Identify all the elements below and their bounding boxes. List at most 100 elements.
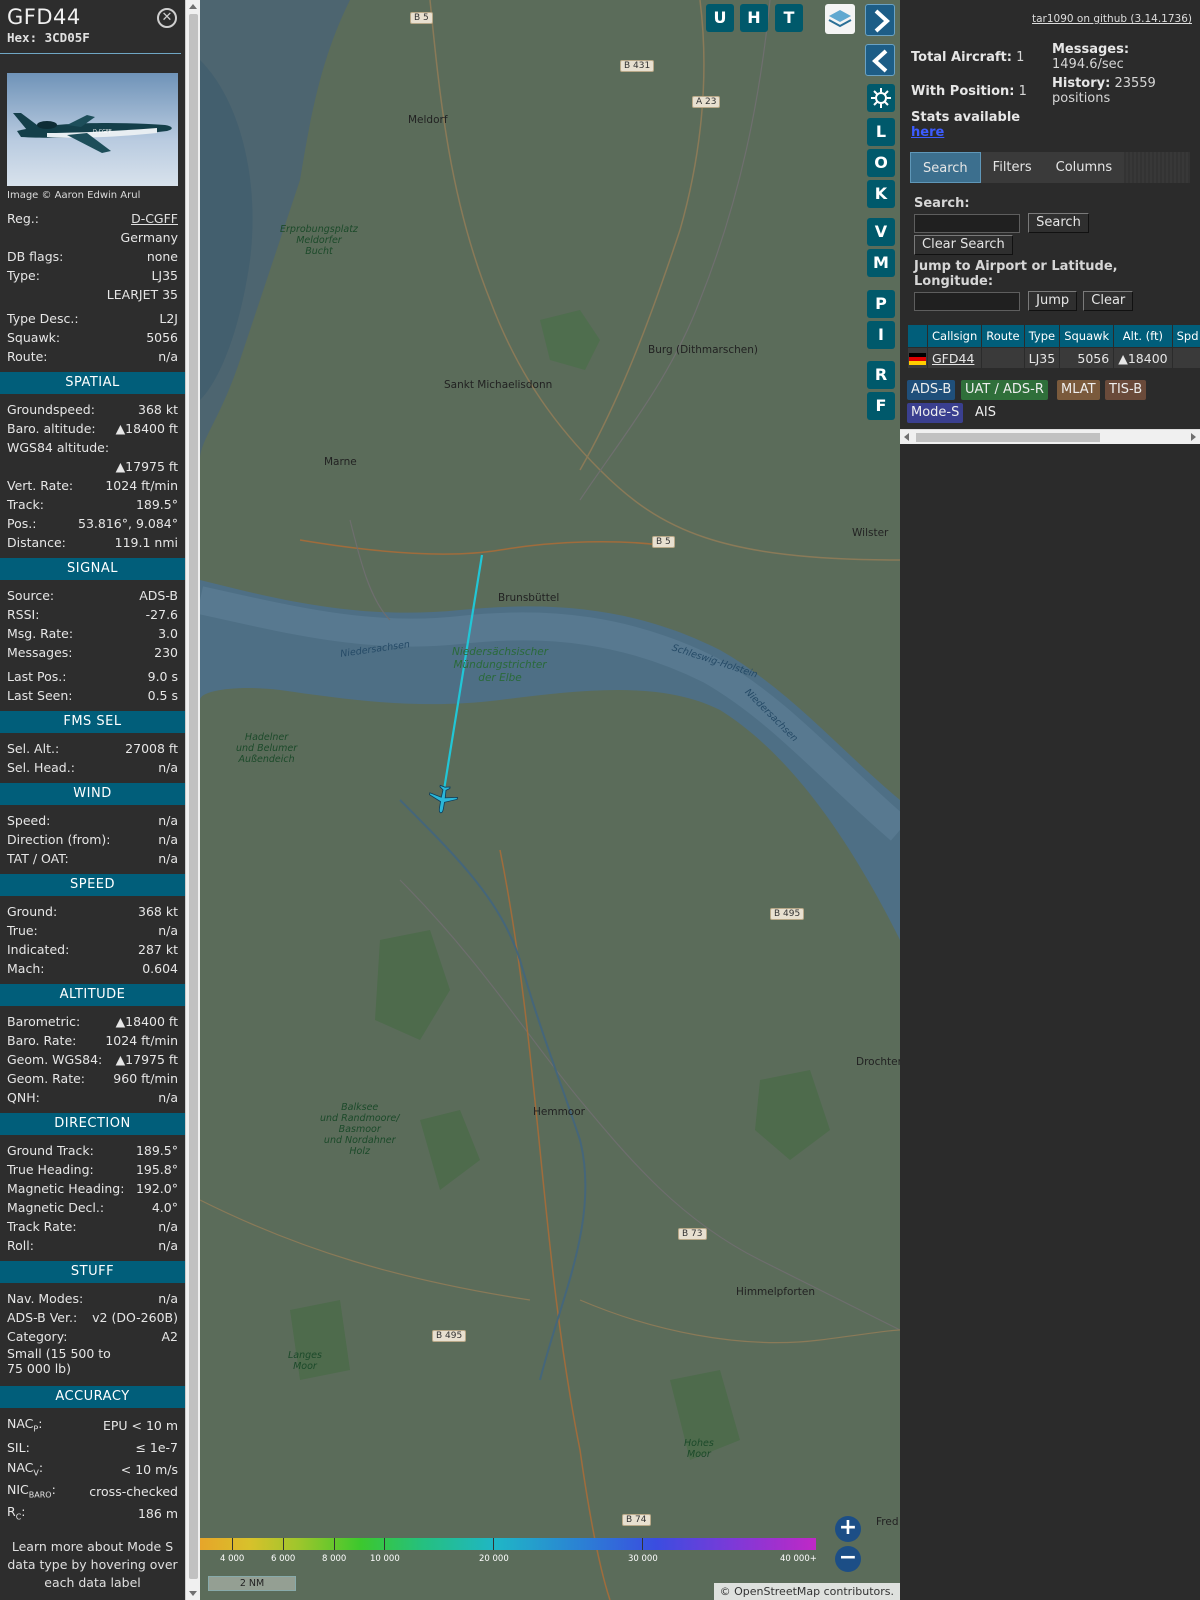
column-header-squawk[interactable]: Squawk xyxy=(1060,325,1114,347)
toggle-F-button[interactable]: F xyxy=(867,392,895,420)
table-header-row: Callsign Route Type Squawk Alt. (ft) Spd xyxy=(908,325,1200,347)
toggle-K-button[interactable]: K xyxy=(867,180,895,208)
map-road-label: B 5 xyxy=(652,536,675,548)
scroll-thumb[interactable] xyxy=(916,433,1100,442)
map-road-label: B 495 xyxy=(432,1330,467,1342)
scroll-down-arrow-icon[interactable] xyxy=(189,1591,197,1596)
info-label: Roll: xyxy=(7,1238,34,1253)
info-label: Magnetic Heading: xyxy=(7,1181,125,1196)
info-row: Indicated: 287 kt xyxy=(0,940,185,959)
with-position-stat: With Position: 1 xyxy=(911,84,1027,99)
tab-filters[interactable]: Filters xyxy=(981,152,1044,183)
map-canvas[interactable]: Meldorf Burg (Dithmarschen) Sankt Michae… xyxy=(200,0,900,1600)
settings-gear-icon[interactable] xyxy=(867,84,895,112)
info-row: Baro. altitude: ▲18400 ft xyxy=(0,419,185,438)
info-row: Nav. Modes: n/a xyxy=(0,1289,185,1308)
cell-route xyxy=(982,348,1024,368)
tab-search[interactable]: Search xyxy=(910,152,981,183)
scroll-left-arrow-icon[interactable] xyxy=(904,433,909,441)
legend-tick xyxy=(493,1538,494,1550)
registration-link[interactable]: D-CGFF xyxy=(131,211,178,226)
table-row[interactable]: GFD44 LJ35 5056 ▲18400 xyxy=(908,348,1200,368)
map-attribution[interactable]: © OpenStreetMap contributors. xyxy=(713,1583,900,1600)
info-value: ▲18400 ft xyxy=(115,1014,178,1029)
zoom-in-button[interactable]: + xyxy=(835,1516,861,1542)
altitude-color-legend: 4 000 6 000 8 000 10 000 20 000 30 000 4… xyxy=(200,1538,820,1568)
layers-icon[interactable] xyxy=(825,4,855,34)
column-header-flag[interactable] xyxy=(908,325,927,347)
toggle-H-button[interactable]: H xyxy=(740,4,768,32)
aircraft-photo[interactable]: D-CGFF xyxy=(7,73,178,186)
chevron-right-icon[interactable] xyxy=(865,4,895,36)
info-label: NICBARO: xyxy=(7,1482,56,1500)
chevron-left-icon[interactable] xyxy=(865,44,895,76)
cell-callsign[interactable]: GFD44 xyxy=(928,348,982,368)
column-header-route[interactable]: Route xyxy=(982,325,1024,347)
version-link[interactable]: tar1090 on github (3.14.1736) xyxy=(1032,13,1192,25)
messages-stat: Messages: 1494.6/sec xyxy=(1052,42,1129,72)
column-header-speed[interactable]: Spd xyxy=(1172,325,1200,347)
toggle-U-button[interactable]: U xyxy=(706,4,734,32)
toggle-O-button[interactable]: O xyxy=(867,149,895,177)
search-input[interactable] xyxy=(914,213,1020,233)
direction-section: Ground Track: 189.5° True Heading: 195.8° … xyxy=(0,1141,185,1255)
stat-value: 1 xyxy=(1018,84,1027,99)
toggle-T-button[interactable]: T xyxy=(775,4,803,32)
info-value: 189.5° xyxy=(135,497,178,512)
map-place-label: Himmelpforten xyxy=(736,1286,815,1298)
table-horizontal-scrollbar[interactable] xyxy=(900,429,1200,444)
stat-value: 1494.6/sec xyxy=(1052,57,1124,72)
svg-text:D-CGFF: D-CGFF xyxy=(93,129,112,135)
column-header-callsign[interactable]: Callsign xyxy=(928,325,982,347)
info-label: ADS-B Ver.: xyxy=(7,1310,78,1325)
info-value: 960 ft/min xyxy=(113,1071,178,1086)
legend-tick-label: 8 000 xyxy=(322,1554,347,1564)
clear-button[interactable]: Clear xyxy=(1083,291,1134,311)
toggle-P-button[interactable]: P xyxy=(867,290,895,318)
toggle-M-button[interactable]: M xyxy=(867,249,895,277)
search-button[interactable]: Search xyxy=(1028,213,1089,233)
general-section: Reg.: D-CGFF Germany DB flags: none Type: L… xyxy=(0,209,185,366)
info-value: ▲18400 ft xyxy=(115,421,178,436)
info-label: SIL: xyxy=(7,1439,30,1455)
column-header-altitude[interactable]: Alt. (ft) xyxy=(1114,325,1172,347)
info-panel-scrollbar[interactable] xyxy=(185,0,200,1600)
search-area: Search: Search Clear Search Jump to Airp… xyxy=(914,196,1194,311)
close-icon[interactable]: ✕ xyxy=(157,8,177,28)
info-row: WGS84 altitude: xyxy=(0,438,185,457)
jump-input[interactable] xyxy=(914,291,1020,311)
info-label: Magnetic Decl.: xyxy=(7,1200,105,1215)
cell-type: LJ35 xyxy=(1024,348,1060,368)
toggle-I-button[interactable]: I xyxy=(867,321,895,349)
fms-section: Sel. Alt.: 27008 ft Sel. Head.: n/a xyxy=(0,739,185,777)
info-value: n/a xyxy=(158,851,178,866)
info-row: TAT / OAT: n/a xyxy=(0,849,185,868)
info-row: RC: 186 m xyxy=(0,1502,185,1524)
jump-button[interactable]: Jump xyxy=(1028,291,1078,311)
scroll-up-arrow-icon[interactable] xyxy=(189,4,197,9)
zoom-out-button[interactable]: − xyxy=(835,1546,861,1572)
info-row: Track: 189.5° xyxy=(0,495,185,514)
toggle-V-button[interactable]: V xyxy=(867,218,895,246)
column-header-type[interactable]: Type xyxy=(1024,325,1060,347)
info-row: Source: ADS-B xyxy=(0,586,185,605)
info-row: Roll: n/a xyxy=(0,1236,185,1255)
info-value: A2 xyxy=(161,1329,178,1344)
aircraft-marker-icon[interactable] xyxy=(426,782,460,816)
map-road-label: B 5 xyxy=(410,12,433,24)
toggle-R-button[interactable]: R xyxy=(867,361,895,389)
scroll-thumb[interactable] xyxy=(189,14,198,1579)
info-value: 368 kt xyxy=(138,904,178,919)
stat-label: History: xyxy=(1052,76,1111,91)
info-value: ▲17975 ft xyxy=(115,1052,178,1067)
info-row: Ground: 368 kt xyxy=(0,902,185,921)
scroll-right-arrow-icon[interactable] xyxy=(1191,433,1196,441)
toggle-L-button[interactable]: L xyxy=(867,118,895,146)
tab-columns[interactable]: Columns xyxy=(1044,152,1125,183)
clear-search-button[interactable]: Clear Search xyxy=(914,235,1013,255)
stats-here-link[interactable]: here xyxy=(911,125,944,140)
learjet-photo-image: D-CGFF xyxy=(7,73,178,186)
legend-tick xyxy=(642,1538,643,1550)
info-row: Germany xyxy=(0,228,185,247)
info-row: Speed: n/a xyxy=(0,811,185,830)
